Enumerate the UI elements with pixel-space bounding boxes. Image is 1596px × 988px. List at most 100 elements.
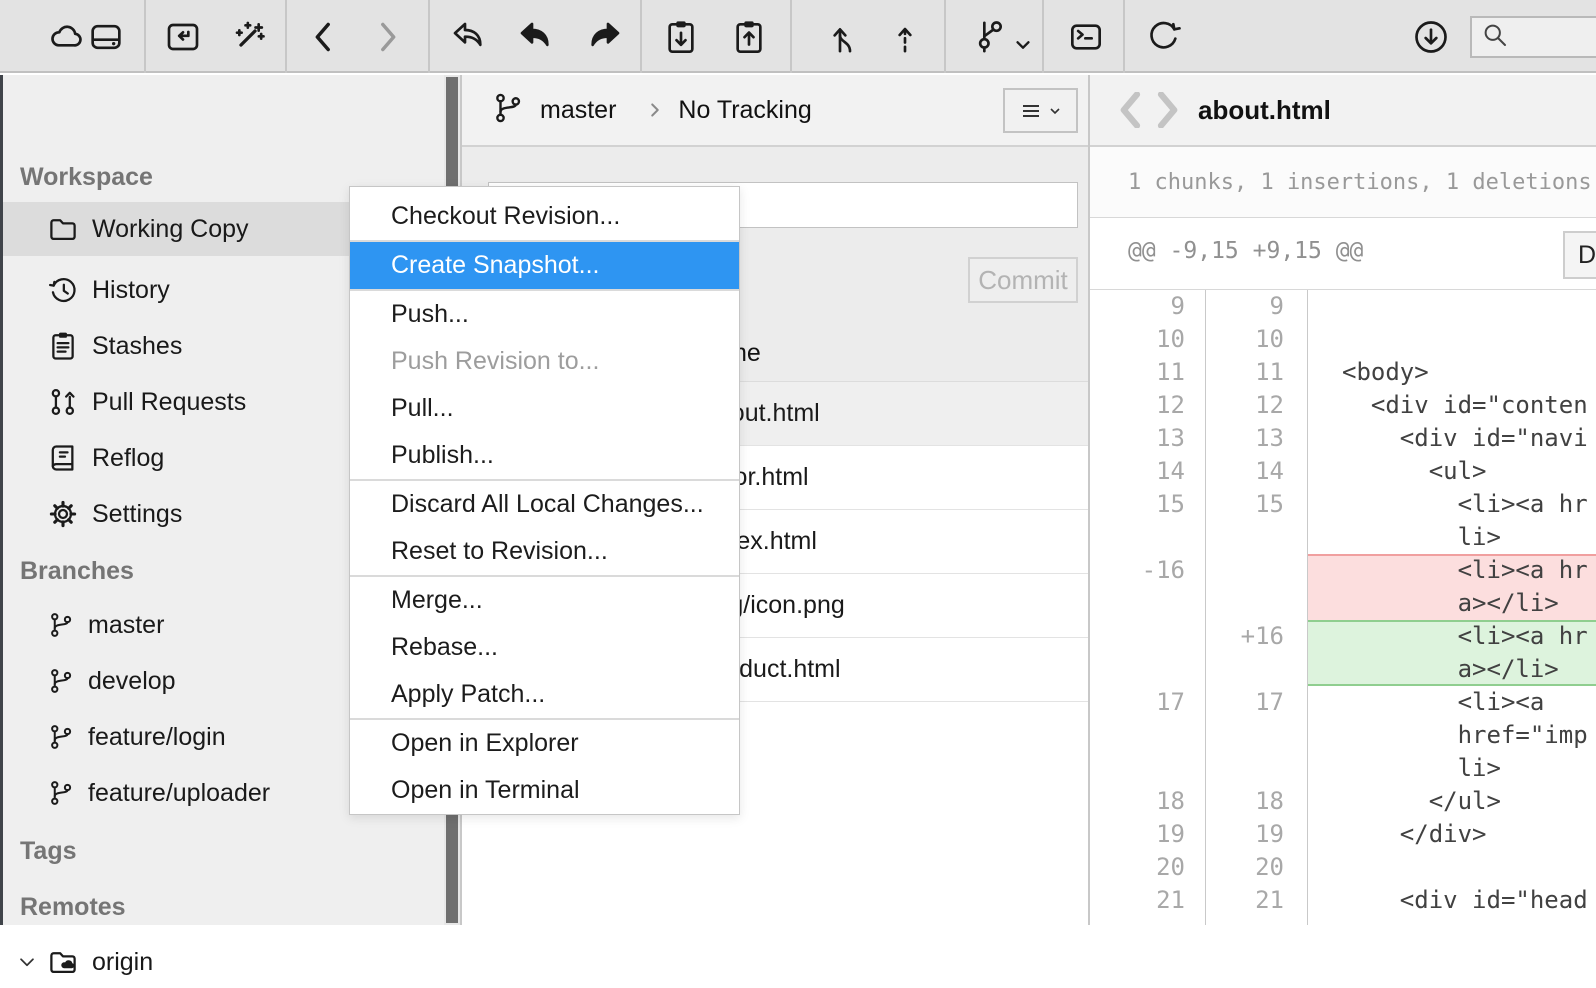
new-line-number: 14	[1206, 455, 1308, 488]
diff-code-line: <div id="head	[1308, 884, 1596, 917]
toolbar-separator	[790, 0, 792, 73]
commit-button[interactable]: Commit	[968, 257, 1078, 303]
old-line-number: 9	[1090, 290, 1206, 323]
diff-code-line: </div>	[1308, 818, 1596, 851]
menu-item-checkout-revision[interactable]: Checkout Revision...	[350, 193, 739, 240]
context-menu: Checkout Revision...Create Snapshot...Pu…	[349, 186, 740, 815]
menu-item-create-snapshot[interactable]: Create Snapshot...	[350, 242, 739, 289]
diff-panel: about.html 1 chunks, 1 insertions, 1 del…	[1090, 75, 1596, 925]
new-line-number	[1206, 752, 1308, 785]
diff-code-line	[1308, 851, 1596, 884]
history-icon	[46, 273, 80, 307]
old-line-number: 19	[1090, 818, 1206, 851]
new-line-number	[1206, 521, 1308, 554]
sidebar-item-label: Stashes	[92, 332, 182, 361]
new-line-number: 19	[1206, 818, 1308, 851]
forward-icon[interactable]	[366, 16, 408, 58]
discard-button[interactable]: D	[1563, 231, 1596, 279]
diff-row: 1515 <li><a hr	[1090, 488, 1596, 521]
menu-item-merge[interactable]: Merge...	[350, 577, 739, 624]
menu-item-apply-patch[interactable]: Apply Patch...	[350, 671, 739, 718]
menu-item-push[interactable]: Push...	[350, 291, 739, 338]
diff-code-line: <li><a	[1308, 686, 1596, 719]
diff-row: 1313 <div id="navi	[1090, 422, 1596, 455]
diff-row: 2121 <div id="head	[1090, 884, 1596, 917]
search-input[interactable]	[1510, 23, 1596, 51]
diff-row: a></li>	[1090, 653, 1596, 686]
menu-item-push-revision-to[interactable]: Push Revision to...	[350, 338, 739, 385]
folder-return-icon[interactable]	[162, 16, 204, 58]
diff-row: 2020	[1090, 851, 1596, 884]
magic-wand-icon[interactable]	[228, 16, 270, 58]
old-line-number: 18	[1090, 785, 1206, 818]
diff-code-line: a></li>	[1308, 653, 1596, 686]
chevron-right-icon	[644, 99, 666, 121]
diff-stats-row: 1 chunks, 1 insertions, 1 deletions.	[1090, 147, 1596, 218]
diff-code-line: <li><a hr	[1308, 554, 1596, 587]
toolbar-separator	[1042, 0, 1044, 73]
old-line-number: 13	[1090, 422, 1206, 455]
old-line-number	[1090, 653, 1206, 686]
clipboard-up-icon[interactable]	[728, 16, 770, 58]
search-box[interactable]	[1470, 16, 1596, 58]
toolbar-separator	[944, 0, 946, 73]
diff-row: 1111<body>	[1090, 356, 1596, 389]
merge-branch-icon[interactable]	[824, 16, 866, 58]
menu-item-rebase[interactable]: Rebase...	[350, 624, 739, 671]
menu-item-reset-to-revision[interactable]: Reset to Revision...	[350, 528, 739, 575]
undo-icon[interactable]	[514, 16, 556, 58]
back-icon[interactable]	[303, 16, 345, 58]
diff-row: 1414 <ul>	[1090, 455, 1596, 488]
clipboard-icon	[46, 329, 80, 363]
clipboard-down-icon[interactable]	[660, 16, 702, 58]
current-branch-label: master	[540, 96, 616, 125]
menu-item-open-in-explorer[interactable]: Open in Explorer	[350, 720, 739, 767]
menu-item-pull[interactable]: Pull...	[350, 385, 739, 432]
old-line-number	[1090, 587, 1206, 620]
diff-row: a></li>	[1090, 587, 1596, 620]
chevron-down-icon[interactable]	[14, 949, 40, 975]
diff-row: 1919 </div>	[1090, 818, 1596, 851]
menu-item-discard-all-local-changes[interactable]: Discard All Local Changes...	[350, 481, 739, 528]
section-header-workspace: Workspace	[20, 163, 153, 192]
menu-item-open-in-terminal[interactable]: Open in Terminal	[350, 767, 739, 814]
hunk-header-row: @@ -9,15 +9,15 @@ D	[1090, 218, 1596, 290]
sidebar-item-origin[interactable]: origin	[0, 936, 444, 988]
diff-code-line: </ul>	[1308, 785, 1596, 818]
redo-icon[interactable]	[584, 16, 626, 58]
commit-options-button[interactable]	[1003, 88, 1078, 133]
diff-row: li>	[1090, 521, 1596, 554]
share-arrow-icon[interactable]	[447, 16, 489, 58]
refresh-icon[interactable]	[1142, 16, 1184, 58]
branch-icon	[46, 610, 76, 640]
sidebar-item-label: master	[88, 611, 164, 640]
cloud-icon[interactable]	[46, 16, 88, 58]
sidebar-item-label: origin	[92, 948, 153, 977]
diff-code-line: a></li>	[1308, 587, 1596, 620]
fetch-down-icon[interactable]	[1410, 16, 1452, 58]
old-line-number: 21	[1090, 884, 1206, 917]
branch-icon	[46, 778, 76, 808]
toolbar-separator	[640, 0, 642, 73]
toolbar-separator	[428, 0, 430, 73]
diff-row: 1717 <li><a	[1090, 686, 1596, 719]
diff-code-line	[1308, 290, 1596, 323]
chevron-down-icon[interactable]	[1002, 24, 1044, 66]
hard-drive-icon[interactable]	[85, 16, 127, 58]
sidebar-item-label: feature/login	[88, 723, 226, 752]
diff-header: about.html	[1090, 75, 1596, 147]
new-line-number: 15	[1206, 488, 1308, 521]
diff-row: href="imp	[1090, 719, 1596, 752]
old-line-number: 10	[1090, 323, 1206, 356]
diff-code-line: li>	[1308, 752, 1596, 785]
old-line-number: 20	[1090, 851, 1206, 884]
diff-code-line: li>	[1308, 521, 1596, 554]
window-border	[0, 75, 3, 925]
new-line-number: 9	[1206, 290, 1308, 323]
terminal-icon[interactable]	[1065, 16, 1107, 58]
new-line-number: 20	[1206, 851, 1308, 884]
new-line-number: 18	[1206, 785, 1308, 818]
push-dashed-icon[interactable]	[884, 16, 926, 58]
menu-item-publish[interactable]: Publish...	[350, 432, 739, 479]
book-icon	[46, 441, 80, 475]
